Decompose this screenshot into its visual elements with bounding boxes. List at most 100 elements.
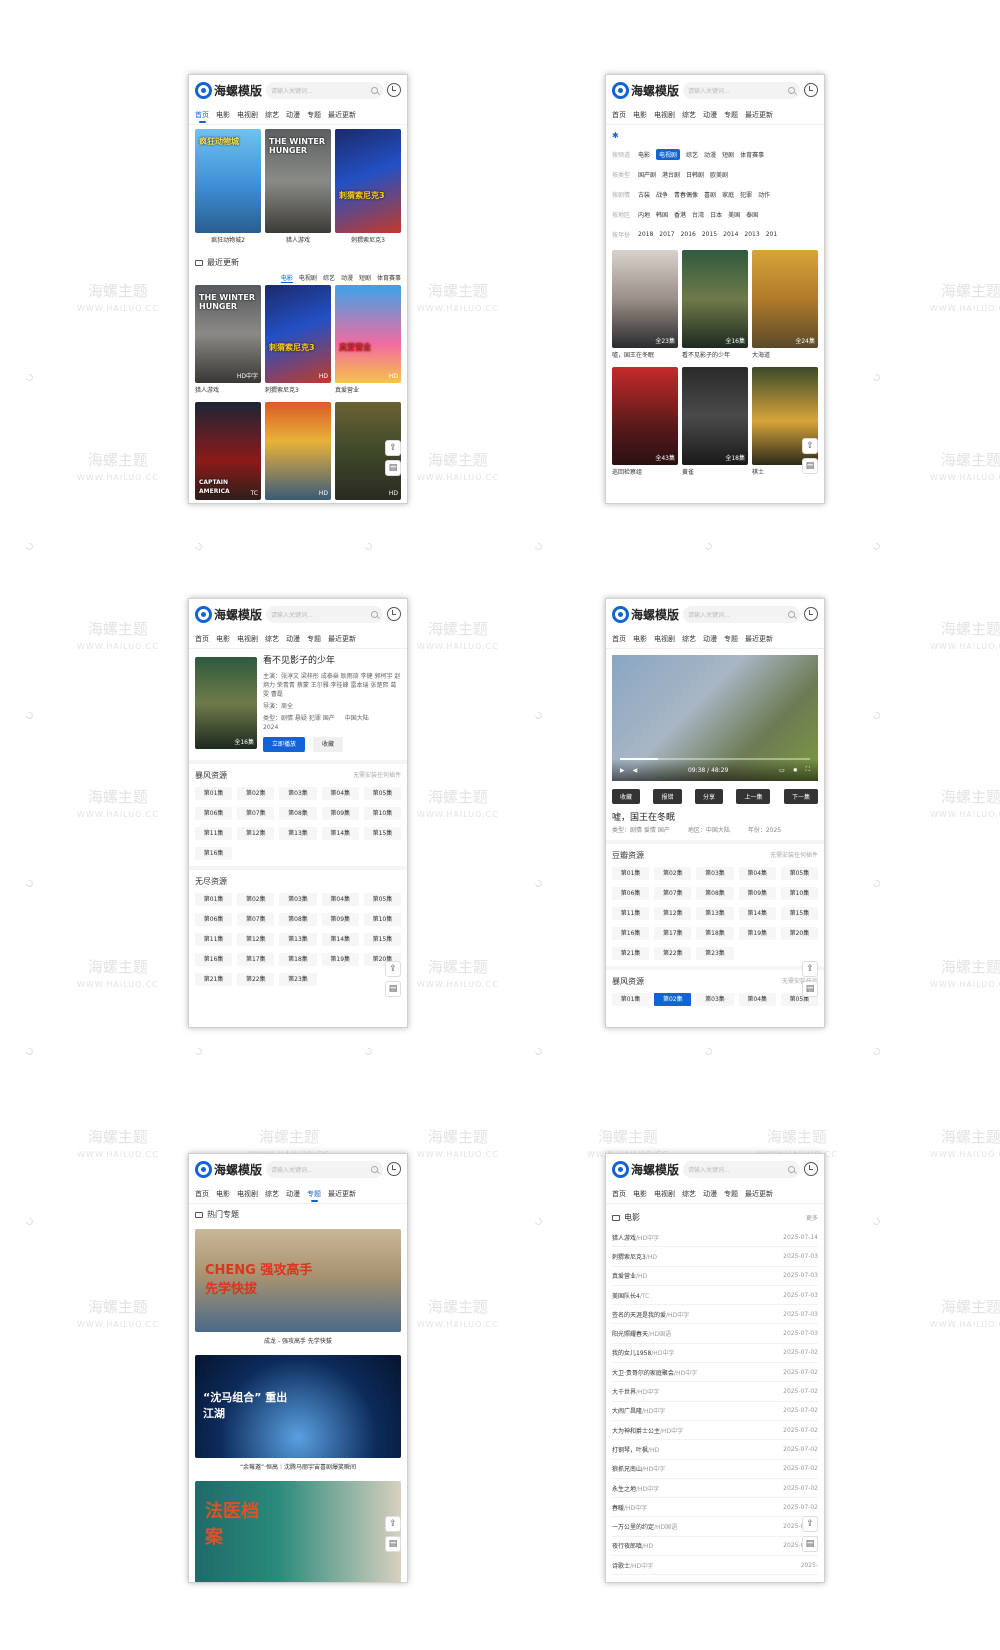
episode-button[interactable]: 第03集	[696, 867, 734, 880]
episode-button[interactable]: 第10集	[363, 913, 401, 926]
nav-anime[interactable]: 动漫	[703, 629, 717, 649]
topic-banner[interactable]: CHENG 强攻高手 先学快拔	[195, 1229, 401, 1332]
episode-button[interactable]: 第21集	[612, 947, 650, 960]
filter-option[interactable]: 201	[766, 231, 777, 238]
episode-button[interactable]: 第13集	[279, 827, 317, 840]
logo[interactable]: 海螺模版	[195, 605, 262, 623]
search-input[interactable]: 请输入关键词...	[683, 1160, 800, 1178]
filter-option[interactable]: 2015	[702, 231, 717, 238]
video-card[interactable]: 全18集 黄雀	[682, 367, 748, 480]
subtab-movie[interactable]: 电影	[280, 273, 293, 283]
nav-movie[interactable]: 电影	[216, 1184, 230, 1204]
episode-button[interactable]: 第06集	[195, 913, 233, 926]
search-icon[interactable]	[788, 86, 795, 94]
message-icon[interactable]: ▤	[802, 458, 818, 474]
topic-banner[interactable]: 法医档案	[195, 1481, 401, 1582]
nav-topic[interactable]: 专题	[724, 1184, 738, 1204]
nav-tv[interactable]: 电视剧	[654, 1184, 675, 1204]
subtab-short[interactable]: 短剧	[359, 273, 371, 283]
video-poster[interactable]: HD	[265, 402, 331, 500]
episode-button[interactable]: 第05集	[363, 787, 401, 800]
list-item[interactable]: 大为神和爵士公主/HD中字 2025-07-02	[612, 1421, 818, 1441]
filter-option[interactable]: 家庭	[722, 190, 734, 199]
filter-option[interactable]: 2013	[744, 231, 759, 238]
search-icon[interactable]	[371, 1165, 378, 1173]
share-icon[interactable]: ⇪	[802, 1516, 818, 1532]
episode-button[interactable]: 第12集	[237, 827, 275, 840]
share-icon[interactable]: ⇪	[385, 1516, 401, 1532]
history-clock-icon[interactable]	[804, 1162, 818, 1176]
share-icon[interactable]: ⇪	[385, 961, 401, 977]
video-card[interactable]: 全16集 看不见影子的少年	[682, 250, 748, 363]
episode-button[interactable]: 第15集	[363, 827, 401, 840]
episode-button[interactable]: 第19集	[738, 927, 776, 940]
airplay-icon[interactable]: ▭	[779, 767, 785, 774]
nav-movie[interactable]: 电影	[633, 105, 647, 125]
logo[interactable]: 海螺模版	[612, 1160, 679, 1178]
fullscreen-icon[interactable]: ⛶	[806, 766, 810, 774]
episode-button[interactable]: 第08集	[696, 887, 734, 900]
episode-button[interactable]: 第18集	[279, 953, 317, 966]
banner-poster[interactable]: THE WINTER HUNGER	[265, 129, 331, 233]
share-icon[interactable]: ⇪	[802, 961, 818, 977]
filter-option[interactable]: 内地	[638, 210, 650, 219]
episode-button[interactable]: 第15集	[780, 907, 818, 920]
episode-button[interactable]: 第04集	[738, 867, 776, 880]
nav-recent[interactable]: 最近更新	[328, 629, 356, 649]
filter-option[interactable]: 日韩剧	[686, 170, 704, 179]
history-clock-icon[interactable]	[387, 1162, 401, 1176]
episode-button[interactable]: 第08集	[279, 913, 317, 926]
favorite-button[interactable]: 收藏	[612, 789, 641, 804]
list-item[interactable]: 一万公里的约定/HD国语 2025-07-02	[612, 1517, 818, 1537]
nav-home[interactable]: 首页	[195, 105, 209, 125]
video-card[interactable]: 全23集 嘘，国王在冬眠	[612, 250, 678, 363]
search-input[interactable]: 请输入关键词...	[266, 81, 383, 99]
logo[interactable]: 海螺模版	[195, 1160, 262, 1178]
episode-button[interactable]: 第16集	[195, 847, 233, 860]
nav-tv[interactable]: 电视剧	[654, 105, 675, 125]
filter-option[interactable]: 2016	[681, 231, 696, 238]
filter-option[interactable]: 韩国	[656, 210, 668, 219]
list-item[interactable]: 阳光照耀春天/HD国语 2025-07-03	[612, 1324, 818, 1344]
episode-button[interactable]: 第17集	[654, 927, 692, 940]
nav-variety[interactable]: 综艺	[265, 629, 279, 649]
list-item[interactable]: 签名的天涯是我的爱/HD中字 2025-07-03	[612, 1305, 818, 1325]
list-item[interactable]: 真爱营业/HD 2025-07-03	[612, 1267, 818, 1286]
nav-movie[interactable]: 电影	[216, 105, 230, 125]
episode-button[interactable]: 第15集	[363, 933, 401, 946]
list-item[interactable]: 打钢琴，叶枫/HD 2025-07-02	[612, 1440, 818, 1460]
subtab-anime[interactable]: 动漫	[341, 273, 353, 283]
nav-recent[interactable]: 最近更新	[745, 1184, 773, 1204]
banner-poster[interactable]: 疯狂动物城	[195, 129, 261, 233]
nav-anime[interactable]: 动漫	[703, 1184, 717, 1204]
nav-variety[interactable]: 综艺	[682, 629, 696, 649]
search-icon[interactable]	[788, 610, 795, 618]
nav-tv[interactable]: 电视剧	[237, 1184, 258, 1204]
filter-option[interactable]: 欧美剧	[710, 170, 728, 179]
nav-topic[interactable]: 专题	[724, 105, 738, 125]
episode-button[interactable]: 第09集	[738, 887, 776, 900]
message-icon[interactable]: ▤	[385, 1536, 401, 1552]
nav-anime[interactable]: 动漫	[286, 629, 300, 649]
filter-option[interactable]: 短剧	[722, 150, 734, 159]
video-poster[interactable]: 全43集	[612, 367, 678, 465]
nav-tv[interactable]: 电视剧	[654, 629, 675, 649]
list-item[interactable]: 美国队长4/TC 2025-07-03	[612, 1286, 818, 1306]
nav-variety[interactable]: 综艺	[265, 105, 279, 125]
filter-option[interactable]: 动作	[758, 190, 770, 199]
video-poster[interactable]: THE WINTER HUNGER HD中字	[195, 285, 261, 383]
list-item[interactable]: 春暖/HD中字 2025-07-02	[612, 1498, 818, 1518]
filter-option-active[interactable]: 电视剧	[656, 148, 681, 160]
episode-button[interactable]: 第20集	[780, 927, 818, 940]
episode-button[interactable]: 第03集	[696, 993, 734, 1006]
share-icon[interactable]: ⇪	[802, 438, 818, 454]
video-card[interactable]: THE WINTER HUNGER HD中字 猎人游戏	[195, 285, 261, 398]
nav-variety[interactable]: 综艺	[682, 1184, 696, 1204]
episode-button[interactable]: 第23集	[279, 973, 317, 986]
list-item[interactable]: 夜行夜郎嗔/HD 2025-07-02	[612, 1537, 818, 1557]
next-episode-button[interactable]: 下一集	[783, 789, 818, 804]
filter-option[interactable]: 2018	[638, 231, 653, 238]
filter-option[interactable]: 喜剧	[704, 190, 716, 199]
logo[interactable]: 海螺模版	[195, 81, 262, 99]
search-input[interactable]: 请输入关键词...	[683, 605, 800, 623]
